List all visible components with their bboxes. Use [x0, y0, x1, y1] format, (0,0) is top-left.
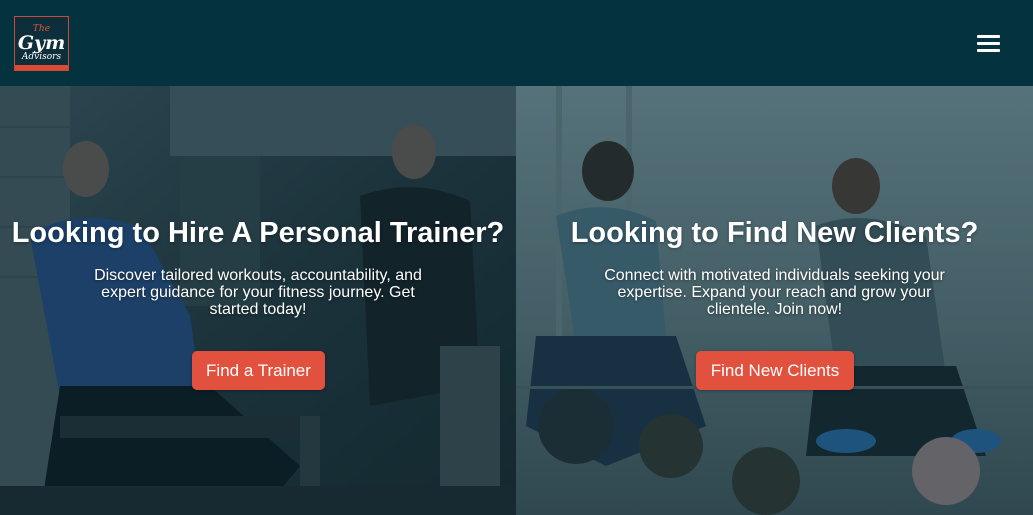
find-trainer-button[interactable]: Find a Trainer: [192, 351, 325, 390]
logo-accent-bar: [15, 65, 68, 70]
logo-line-2: Gym: [17, 32, 66, 54]
hire-trainer-panel: Looking to Hire A Personal Trainer? Disc…: [0, 86, 516, 515]
find-new-clients-button[interactable]: Find New Clients: [696, 351, 854, 390]
gym-advisors-logo[interactable]: The Gym Advisors: [14, 16, 69, 71]
find-clients-heading: Looking to Find New Clients?: [570, 217, 979, 249]
hire-trainer-heading: Looking to Hire A Personal Trainer?: [11, 217, 505, 249]
logo-line-3: Advisors: [21, 52, 62, 62]
find-clients-description: Connect with motivated individuals seeki…: [604, 267, 945, 318]
top-navbar: The Gym Advisors: [0, 0, 1033, 86]
hamburger-menu-icon[interactable]: [976, 33, 1002, 53]
find-clients-panel: Looking to Find New Clients? Connect wit…: [516, 86, 1033, 515]
hire-trainer-description: Discover tailored workouts, accountabili…: [94, 267, 422, 318]
